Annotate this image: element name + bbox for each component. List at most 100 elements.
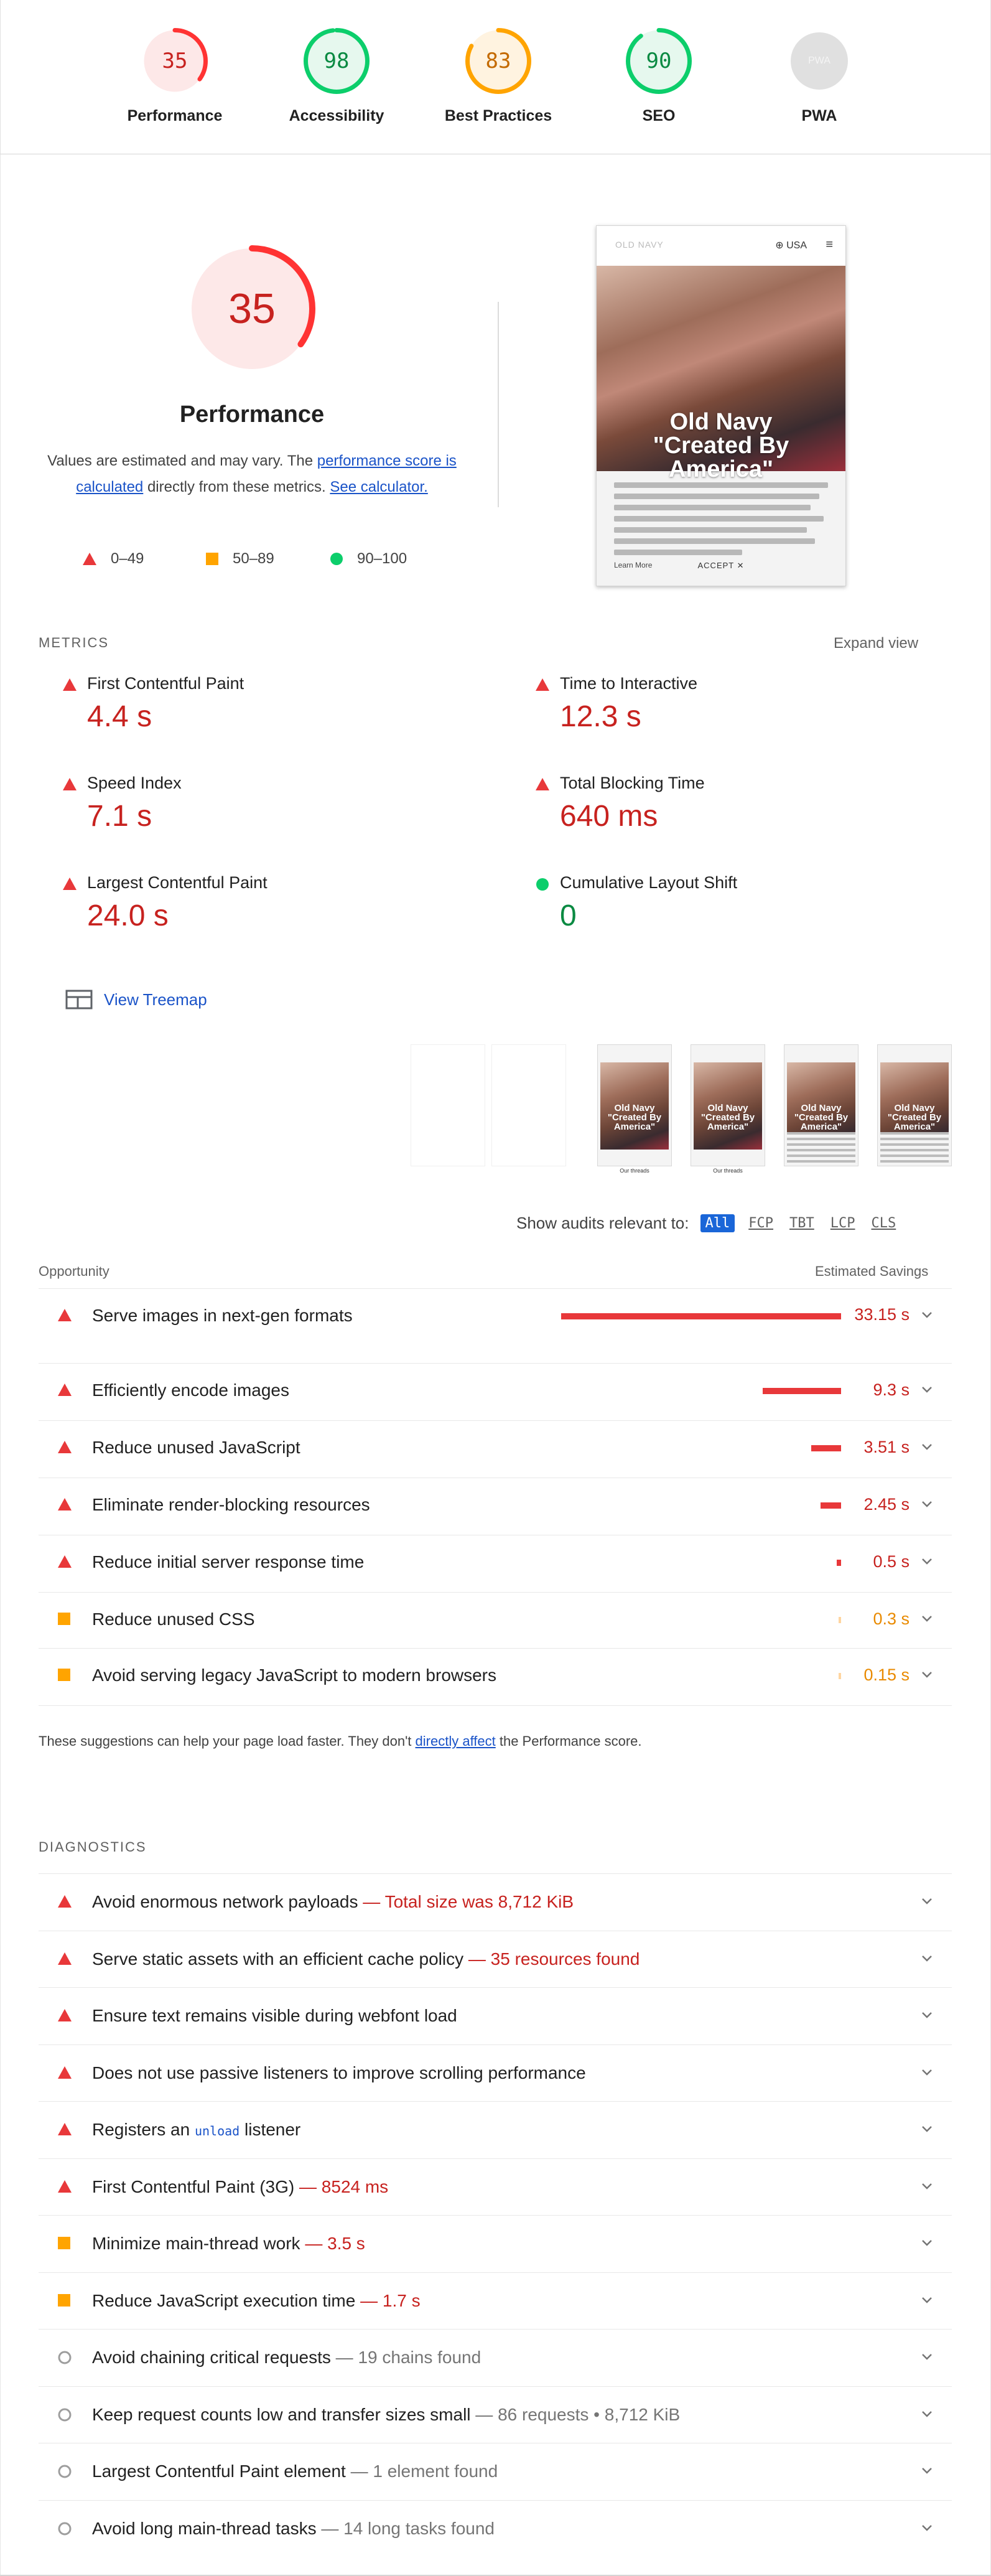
diagnostic-label: Ensure text remains visible during webfo… — [92, 2006, 457, 2025]
fail-triangle-icon — [58, 1952, 72, 1965]
fail-triangle-icon — [536, 778, 549, 790]
opportunity-row[interactable]: Efficiently encode images 9.3 s — [39, 1369, 952, 1410]
diagnostic-row[interactable]: Ensure text remains visible during webfo… — [39, 1995, 952, 2036]
diagnostic-label: Does not use passive listeners to improv… — [92, 2063, 586, 2082]
row-divider — [39, 2158, 952, 2159]
savings-bar — [811, 1445, 841, 1451]
chevron-down-icon — [922, 1501, 932, 1507]
diagnostic-row[interactable]: First Contentful Paint (3G) — 8524 ms — [39, 2166, 952, 2207]
locale-text: USA — [786, 240, 807, 251]
fail-triangle-icon — [58, 1895, 72, 1908]
filmstrip-frame: Old Navy "Created By America" — [784, 1044, 858, 1176]
savings-bar — [839, 1617, 841, 1623]
pwa-badge-icon: PWA — [786, 27, 853, 95]
performance-score: 35 — [228, 285, 276, 332]
legend-average: 50–89 — [205, 550, 274, 568]
chevron-down-icon — [922, 1672, 932, 1678]
score-legend: 0–49 50–89 90–100 — [73, 550, 447, 575]
diagnostic-row[interactable]: Minimize main-thread work — 3.5 s — [39, 2222, 952, 2264]
gauge-label: Performance — [127, 107, 223, 124]
diagnostic-row[interactable]: Registers an unload listener — [39, 2109, 952, 2150]
diagnostic-row[interactable]: Avoid chaining critical requests — 19 ch… — [39, 2336, 952, 2377]
chevron-down-icon — [922, 1616, 932, 1622]
gauge-label: Best Practices — [444, 107, 552, 124]
see-calculator-link[interactable]: See calculator. — [330, 479, 427, 495]
row-divider — [39, 2215, 952, 2216]
opportunity-row[interactable]: Serve images in next-gen formats 33.15 s — [39, 1295, 952, 1336]
performance-title: Performance — [179, 401, 325, 428]
gauge-ring: 98 — [303, 27, 370, 95]
diagnostic-detail: — Total size was 8,712 KiB — [358, 1892, 574, 1911]
legend-range: 90–100 — [357, 550, 407, 567]
diagnostic-detail: — 35 resources found — [463, 1949, 640, 1969]
gauge-seo[interactable]: 90 SEO — [578, 27, 740, 125]
opportunity-header: Opportunity — [39, 1263, 109, 1279]
gauge-ring: 90 — [625, 27, 692, 95]
diagnostic-row[interactable]: Reduce JavaScript execution time — 1.7 s — [39, 2280, 952, 2321]
savings-value: 0.3 s — [873, 1609, 910, 1628]
gauge-performance[interactable]: 35 Performance — [94, 27, 256, 125]
filter-chip-lcp[interactable]: LCP — [828, 1214, 858, 1232]
fail-triangle-icon — [58, 1384, 72, 1396]
opportunity-row[interactable]: Avoid serving legacy JavaScript to moder… — [39, 1654, 952, 1695]
chevron-down-icon — [922, 2410, 932, 2417]
diagnostic-detail: — 8524 ms — [294, 2176, 389, 2196]
diagnostic-row[interactable]: Largest Contentful Paint element — 1 ele… — [39, 2450, 952, 2491]
chevron-down-icon — [922, 2297, 932, 2303]
diagnostic-detail: — 3.5 s — [300, 2234, 365, 2253]
chevron-down-icon — [922, 2183, 932, 2190]
frame-headline: Old Navy "Created By America" — [794, 1103, 849, 1132]
site-locale: ⊕ USA — [775, 240, 807, 251]
diagnostic-row[interactable]: Avoid enormous network payloads — Total … — [39, 1881, 952, 1922]
diagnostic-row[interactable]: Avoid long main-thread tasks — 14 long t… — [39, 2508, 952, 2549]
fail-triangle-icon — [58, 2066, 72, 2079]
headline-line: "Created By — [653, 433, 789, 459]
diagnostic-row[interactable]: Does not use passive listeners to improv… — [39, 2052, 952, 2093]
frame-caption: Our threads — [620, 1168, 649, 1174]
fail-triangle-icon — [58, 2009, 72, 2021]
chevron-down-icon — [922, 1312, 932, 1318]
gauge-best-practices[interactable]: 83 Best Practices — [417, 27, 579, 125]
filter-chip-tbt[interactable]: TBT — [787, 1214, 817, 1232]
fail-triangle-icon — [58, 2180, 72, 2193]
row-divider — [39, 1420, 952, 1421]
metric-value: 0 — [560, 899, 577, 932]
info-circle-icon — [58, 2522, 72, 2535]
filter-chip-all[interactable]: All — [700, 1214, 735, 1232]
info-circle-icon — [58, 2408, 72, 2421]
savings-bar — [821, 1502, 841, 1509]
diagnostic-title: Avoid enormous network payloads — Total … — [92, 1892, 574, 1912]
hint-text: These suggestions can help your page loa… — [39, 1733, 416, 1749]
filter-chip-fcp[interactable]: FCP — [746, 1214, 776, 1232]
row-divider — [39, 1363, 952, 1364]
gauge-pwa[interactable]: PWA PWA — [738, 27, 900, 125]
diagnostic-label: Avoid chaining critical requests — [92, 2348, 331, 2367]
view-treemap-button[interactable]: View Treemap — [65, 990, 207, 1009]
expand-view-toggle[interactable]: Expand view — [834, 635, 918, 652]
filmstrip-frame: Old Navy "Created By America" Our thread… — [597, 1044, 672, 1176]
diagnostic-label: Keep request counts low and transfer siz… — [92, 2404, 471, 2424]
opportunity-title: Avoid serving legacy JavaScript to moder… — [92, 1665, 497, 1685]
legend-pass: 90–100 — [330, 550, 407, 568]
gauge-accessibility[interactable]: 98 Accessibility — [256, 27, 417, 125]
estimated-savings-header: Estimated Savings — [815, 1263, 929, 1279]
diagnostic-detail: — 1 element found — [345, 2461, 498, 2481]
opportunity-row[interactable]: Reduce initial server response time 0.5 s — [39, 1541, 952, 1582]
final-screenshot[interactable]: OLD NAVY ⊕ USA ≡ Old Navy "Created By Am… — [596, 225, 846, 586]
directly-affect-link[interactable]: directly affect — [416, 1733, 496, 1749]
diagnostic-detail: — 1.7 s — [355, 2290, 421, 2310]
opportunity-row[interactable]: Reduce unused JavaScript 3.51 s — [39, 1426, 952, 1468]
metrics-heading: METRICS — [39, 635, 109, 650]
savings-value: 3.51 s — [863, 1438, 910, 1456]
average-square-icon — [58, 2237, 70, 2249]
diagnostic-row[interactable]: Serve static assets with an efficient ca… — [39, 1938, 952, 1979]
fail-triangle-icon — [63, 878, 77, 890]
diagnostic-title: Does not use passive listeners to improv… — [92, 2063, 586, 2083]
diagnostic-row[interactable]: Keep request counts low and transfer siz… — [39, 2394, 952, 2435]
metric-cumulative-layout-shift: Cumulative Layout Shift 0 — [523, 871, 958, 933]
site-header: OLD NAVY ⊕ USA ≡ — [597, 226, 845, 266]
opportunity-row[interactable]: Eliminate render-blocking resources 2.45 … — [39, 1484, 952, 1525]
filter-chip-cls[interactable]: CLS — [869, 1214, 899, 1232]
chevron-down-icon — [922, 1444, 932, 1450]
opportunity-row[interactable]: Reduce unused CSS 0.3 s — [39, 1598, 952, 1639]
